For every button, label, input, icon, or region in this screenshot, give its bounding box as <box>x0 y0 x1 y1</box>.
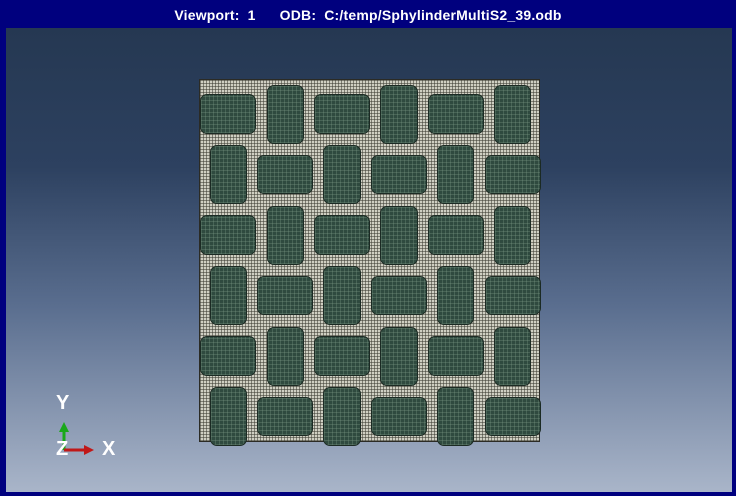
mesh-inclusion <box>485 276 540 315</box>
mesh-inclusion <box>324 388 360 446</box>
mesh-inclusion <box>258 397 313 436</box>
viewport-window: Viewport: 1 ODB: C:/temp/SphylinderMulti… <box>0 0 736 496</box>
mesh-inclusion <box>428 95 483 133</box>
mesh-inclusion <box>267 85 303 143</box>
viewport-title-bar[interactable]: Viewport: 1 ODB: C:/temp/SphylinderMulti… <box>2 2 734 28</box>
mesh-inclusion <box>267 327 303 385</box>
mesh-inclusion <box>494 206 531 264</box>
mesh-inclusion <box>371 397 426 436</box>
odb-path: C:/temp/SphylinderMultiS2_39.odb <box>324 7 562 23</box>
mesh-inclusion <box>494 85 531 143</box>
mesh-inclusion <box>258 276 313 315</box>
mesh-inclusion <box>315 337 370 375</box>
mesh-inclusion <box>381 327 417 385</box>
viewport-label: Viewport: <box>174 7 240 23</box>
mesh-inclusion <box>438 146 474 204</box>
mesh-inclusion <box>438 267 474 325</box>
mesh-inclusion <box>210 267 247 325</box>
mesh-inclusion <box>315 95 370 133</box>
mesh-inclusion <box>438 388 474 446</box>
mesh-inclusion <box>201 95 256 133</box>
mesh-inclusion <box>210 146 247 204</box>
odb-label: ODB: <box>279 7 317 23</box>
mesh-inclusion <box>428 337 483 375</box>
mesh-inclusion <box>201 216 256 254</box>
mesh-inclusion <box>485 155 540 194</box>
mesh-inclusion <box>371 155 426 194</box>
mesh-inclusion <box>494 327 531 385</box>
mesh-inclusion <box>267 206 303 264</box>
z-axis-label: Z <box>56 438 69 460</box>
mesh-inclusion <box>210 388 247 446</box>
axis-triad: Y Z X <box>52 388 132 468</box>
mesh-inclusion <box>324 267 360 325</box>
mesh-model[interactable] <box>199 79 540 446</box>
mesh-inclusion <box>428 216 483 254</box>
mesh-inclusion <box>485 397 540 436</box>
mesh-inclusion <box>258 155 313 194</box>
mesh-inclusion <box>201 337 256 375</box>
mesh-inclusion <box>381 85 417 143</box>
graphics-canvas[interactable]: Y Z X <box>6 28 732 492</box>
viewport-number: 1 <box>247 7 256 23</box>
mesh-inclusion <box>324 146 360 204</box>
mesh-inclusion <box>371 276 426 315</box>
mesh-inclusion <box>315 216 370 254</box>
x-axis-label: X <box>102 438 116 460</box>
mesh-inclusion <box>381 206 417 264</box>
